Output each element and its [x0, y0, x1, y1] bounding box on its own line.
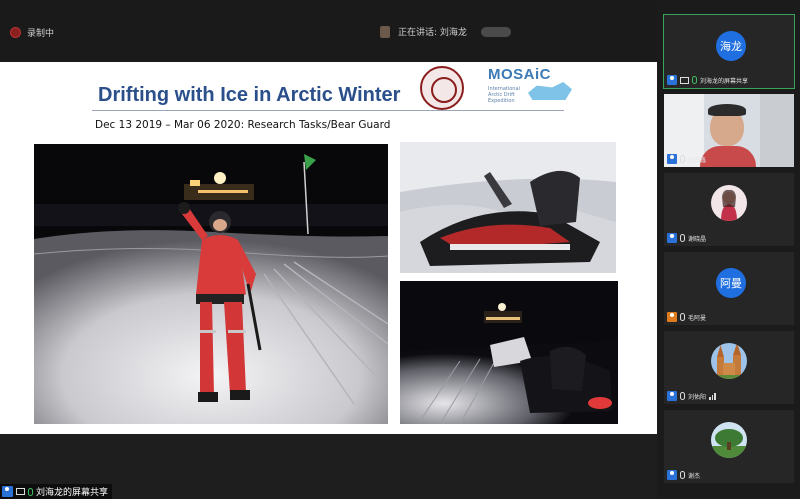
- participant-tile[interactable]: 刘佑阳: [664, 331, 794, 404]
- participant-info: 谢杰: [667, 470, 700, 480]
- microphone-icon: [680, 313, 685, 321]
- participant-info: 谢晓晶: [667, 233, 706, 243]
- ice-floe-graphic: [528, 82, 572, 100]
- photo-snowmobile-day: [400, 142, 616, 273]
- participant-tile[interactable]: 海龙 刘海龙的屏幕共享: [663, 14, 795, 89]
- person-icon: [2, 486, 13, 497]
- screen-share-owner: 刘海龙的屏幕共享: [36, 488, 109, 498]
- microphone-icon: [680, 471, 685, 479]
- title-divider: [92, 110, 564, 111]
- participant-info: 张兴鑫: [667, 154, 706, 164]
- microphone-icon: [680, 392, 685, 400]
- participant-tile[interactable]: 谢晓晶: [664, 173, 794, 246]
- microphone-icon: [680, 234, 685, 242]
- photo-snowmobile-night: [400, 281, 618, 424]
- microphone-icon: [680, 155, 685, 163]
- university-seal-logo: [420, 66, 464, 110]
- active-speaker-label: 正在讲话: 刘海龙: [398, 28, 467, 38]
- participant-info: 毛阿曼: [667, 312, 706, 322]
- mosaic-logo-subtext: International Arctic Drift Expedition: [488, 86, 520, 104]
- speaker-avatar-icon: [380, 25, 390, 38]
- mosaic-logo-text: MOSAiC: [488, 66, 551, 83]
- person-icon: [667, 470, 677, 480]
- participant-name: 毛阿曼: [688, 314, 707, 322]
- participant-tile[interactable]: 张兴鑫: [664, 94, 794, 167]
- participant-tile[interactable]: 谢杰: [664, 410, 794, 483]
- person-icon: [667, 75, 677, 85]
- participant-name: 刘佑阳: [688, 393, 707, 401]
- participant-name: 刘海龙的屏幕共享: [700, 77, 749, 85]
- screen-share-icon: [680, 76, 689, 84]
- recording-indicator[interactable]: 录制中: [10, 26, 54, 39]
- participant-info: 刘海龙的屏幕共享: [667, 75, 748, 85]
- person-icon: [667, 154, 677, 164]
- person-icon: [667, 391, 677, 401]
- blurred-overlay: [480, 26, 511, 37]
- participant-tile[interactable]: 阿曼 毛阿曼: [664, 252, 794, 325]
- photo-researcher-on-ice: [34, 144, 388, 424]
- mosaic-logo: MOSAiC International Arctic Drift Expedi…: [488, 66, 578, 110]
- avatar: [711, 185, 747, 221]
- microphone-icon: [28, 487, 33, 496]
- participant-info: 刘佑阳: [667, 391, 716, 401]
- participant-name: 谢杰: [688, 472, 701, 480]
- avatar: [711, 343, 747, 379]
- microphone-icon: [692, 76, 697, 84]
- slide-subtitle: Dec 13 2019 – Mar 06 2020: Research Task…: [95, 119, 391, 131]
- recording-label: 录制中: [27, 29, 55, 39]
- screen-share-icon: [16, 488, 25, 495]
- participant-name: 张兴鑫: [688, 156, 707, 164]
- meeting-topbar: 录制中 正在讲话: 刘海龙: [0, 0, 657, 62]
- avatar: 海龙: [716, 31, 746, 61]
- shared-slide: MOSAiC International Arctic Drift Expedi…: [0, 62, 657, 434]
- participant-name: 谢晓晶: [688, 235, 707, 243]
- signal-strength-icon: [709, 392, 716, 400]
- active-speaker-indicator: 正在讲话: 刘海龙: [380, 25, 511, 38]
- avatar: 阿曼: [716, 268, 746, 298]
- record-icon: [10, 27, 21, 38]
- screen-share-label: 刘海龙的屏幕共享: [0, 484, 113, 499]
- host-person-icon: [667, 312, 677, 322]
- person-icon: [667, 233, 677, 243]
- slide-title: Drifting with Ice in Arctic Winter: [98, 84, 401, 106]
- avatar: [711, 422, 747, 458]
